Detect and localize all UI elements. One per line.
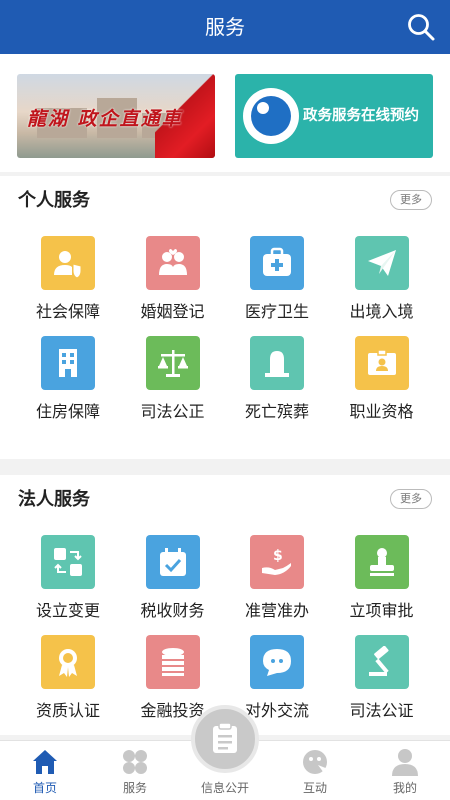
banner-right-text: 政务服务在线预约 xyxy=(303,108,419,124)
tab-label: 服务 xyxy=(122,781,147,795)
service-item[interactable]: 死亡殡葬 xyxy=(222,336,332,426)
hand-money-icon: $ xyxy=(250,535,304,589)
service-label: 司法公证 xyxy=(349,701,414,720)
chat-face-icon xyxy=(303,750,328,774)
tab-label: 互动 xyxy=(302,781,327,795)
tab-label: 我的 xyxy=(392,781,417,795)
personal-services-section: 个人服务 更多 社会保障 婚姻登记 医疗卫生 出境入境住房保障 司法公正 死亡殡葬 职业资格 xyxy=(0,176,450,459)
service-label: 准营准办 xyxy=(244,601,309,620)
service-item[interactable]: 资质认证 xyxy=(13,635,123,725)
tab-home[interactable]: 首页 xyxy=(0,741,90,800)
tab-interaction[interactable]: 互动 xyxy=(270,741,360,800)
service-label: 设立变更 xyxy=(35,601,100,620)
document-icon xyxy=(213,723,237,753)
service-item[interactable]: $ 准营准办 xyxy=(222,535,332,625)
tab-service[interactable]: 服务 xyxy=(90,741,180,800)
service-label: 医疗卫生 xyxy=(244,302,309,321)
swap-icon xyxy=(41,535,95,589)
service-label: 资质认证 xyxy=(35,701,100,720)
service-label: 婚姻登记 xyxy=(140,302,205,321)
service-label: 住房保障 xyxy=(35,402,100,421)
service-item[interactable]: 医疗卫生 xyxy=(222,236,332,326)
home-icon xyxy=(33,750,57,774)
service-item[interactable]: 税收财务 xyxy=(118,535,228,625)
coins-icon xyxy=(145,635,200,689)
info-public-center-button[interactable] xyxy=(191,705,259,773)
tombstone-icon xyxy=(250,336,304,390)
service-label: 社会保障 xyxy=(35,302,100,321)
service-label: 税收财务 xyxy=(140,601,205,620)
tab-label: 信息公开 xyxy=(200,781,249,795)
appointment-banner[interactable]: 政务服务在线预约 xyxy=(235,74,433,158)
service-label: 立项审批 xyxy=(349,601,414,620)
more-button[interactable]: 更多 xyxy=(390,190,432,210)
service-item[interactable]: 社会保障 xyxy=(13,236,123,326)
couple-icon xyxy=(145,236,200,290)
service-item[interactable]: 设立变更 xyxy=(13,535,123,625)
tab-mine[interactable]: 我的 xyxy=(360,741,450,800)
gavel-icon xyxy=(354,635,409,689)
top-bar: 服务 xyxy=(0,0,450,54)
section-title: 个人服务 xyxy=(18,190,90,211)
paper-plane-icon xyxy=(354,236,409,290)
corporate-services-section: 法人服务 更多 设立变更 税收财务 $ 准营准办 立项审批 资质认证 金融投资 对外交流 司法公… xyxy=(0,475,450,735)
chat-bubble-icon xyxy=(250,635,304,689)
banner-area: 龍湖 政企直通車 政务服务在线预约 xyxy=(0,54,450,172)
person-icon xyxy=(392,749,418,776)
service-item[interactable]: 司法公证 xyxy=(327,635,437,725)
award-icon xyxy=(41,635,95,689)
calendar-check-icon xyxy=(145,535,200,589)
stamp-icon xyxy=(354,535,409,589)
service-label: 职业资格 xyxy=(349,402,414,421)
svg-text:$: $ xyxy=(273,548,283,564)
building-icon xyxy=(41,336,95,390)
service-label: 出境入境 xyxy=(349,302,414,321)
user-shield-icon xyxy=(41,236,95,290)
medical-kit-icon xyxy=(250,236,304,290)
page-title: 服务 xyxy=(205,15,245,39)
scales-icon xyxy=(145,336,200,390)
service-label: 司法公正 xyxy=(140,402,205,421)
service-item[interactable]: 婚姻登记 xyxy=(118,236,228,326)
section-title: 法人服务 xyxy=(18,489,90,510)
service-item[interactable]: 职业资格 xyxy=(327,336,437,426)
service-item[interactable]: 立项审批 xyxy=(327,535,437,625)
id-card-icon xyxy=(354,336,409,390)
tab-label: 首页 xyxy=(32,781,57,795)
zhengqi-banner[interactable]: 龍湖 政企直通車 xyxy=(17,74,215,158)
more-button[interactable]: 更多 xyxy=(390,489,432,509)
search-icon[interactable] xyxy=(406,12,436,42)
emblem-icon xyxy=(243,88,299,144)
banner-left-text: 龍湖 政企直通車 xyxy=(27,108,183,130)
service-label: 死亡殡葬 xyxy=(244,402,309,421)
grid-icon xyxy=(123,750,147,774)
service-item[interactable]: 出境入境 xyxy=(327,236,437,326)
service-item[interactable]: 司法公正 xyxy=(118,336,228,426)
service-item[interactable]: 住房保障 xyxy=(13,336,123,426)
